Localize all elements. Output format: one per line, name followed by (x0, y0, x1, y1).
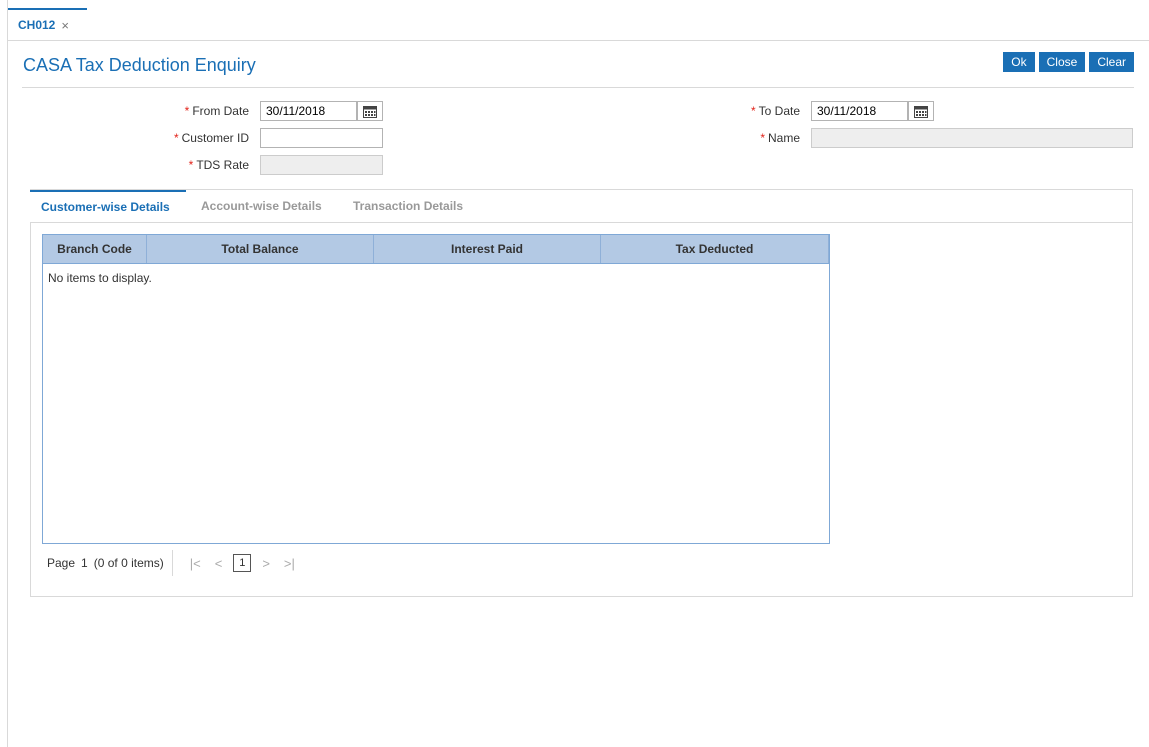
tab-customer-wise-details[interactable]: Customer-wise Details (30, 190, 186, 222)
tab-strip: CH012 × (8, 0, 1149, 41)
required-mark: * (750, 104, 756, 118)
close-button[interactable]: Close (1038, 52, 1086, 72)
next-page-icon[interactable]: > (262, 556, 270, 571)
ok-button[interactable]: Ok (1003, 52, 1035, 72)
last-page-icon[interactable]: >| (284, 556, 295, 571)
column-header-interest-paid[interactable]: Interest Paid (374, 235, 601, 263)
close-icon[interactable]: × (61, 18, 69, 33)
clear-button[interactable]: Clear (1089, 52, 1134, 72)
pager-label: Page (47, 556, 76, 570)
tab-label: CH012 (18, 18, 56, 32)
calendar-icon[interactable] (908, 101, 934, 121)
from-date-input[interactable] (260, 101, 357, 121)
required-mark: * (184, 104, 190, 118)
grid-header: Branch Code Total Balance Interest Paid … (43, 235, 829, 264)
toolbar: Ok Close Clear (1003, 52, 1134, 72)
column-header-branch-code[interactable]: Branch Code (43, 235, 147, 263)
to-date-label: * To Date (750, 104, 800, 118)
results-grid: Branch Code Total Balance Interest Paid … (42, 234, 830, 544)
to-date-input[interactable] (811, 101, 908, 121)
tds-rate-field (260, 155, 383, 175)
pager-summary: (0 of 0 items) (93, 556, 164, 570)
pager-current-page: 1 (81, 556, 88, 570)
required-mark: * (188, 158, 194, 172)
name-field (811, 128, 1133, 148)
empty-message: No items to display. (48, 271, 152, 285)
tab-transaction-details[interactable]: Transaction Details (353, 190, 463, 222)
calendar-icon[interactable] (357, 101, 383, 121)
tds-rate-label: * TDS Rate (188, 158, 249, 172)
required-mark: * (173, 131, 179, 145)
customer-id-input[interactable] (260, 128, 383, 148)
first-page-icon[interactable]: |< (190, 556, 201, 571)
customer-id-label: * Customer ID (173, 131, 249, 145)
prev-page-icon[interactable]: < (215, 556, 223, 571)
required-mark: * (760, 131, 765, 145)
page-title: CASA Tax Deduction Enquiry (23, 55, 256, 75)
divider (22, 87, 1134, 88)
column-header-tax-deducted[interactable]: Tax Deducted (601, 235, 829, 263)
name-label: * Name (760, 131, 800, 145)
pager-divider (171, 550, 173, 576)
tab-ch012[interactable]: CH012 × (8, 8, 87, 40)
subtab-divider (30, 222, 1133, 223)
tab-account-wise-details[interactable]: Account-wise Details (201, 190, 322, 222)
column-header-total-balance[interactable]: Total Balance (147, 235, 374, 263)
page-number-box[interactable]: 1 (233, 554, 252, 572)
from-date-label: * From Date (184, 104, 249, 118)
left-border (0, 0, 8, 747)
pager: Page 1 (0 of 0 items) |< < 1 > >| (47, 550, 302, 576)
